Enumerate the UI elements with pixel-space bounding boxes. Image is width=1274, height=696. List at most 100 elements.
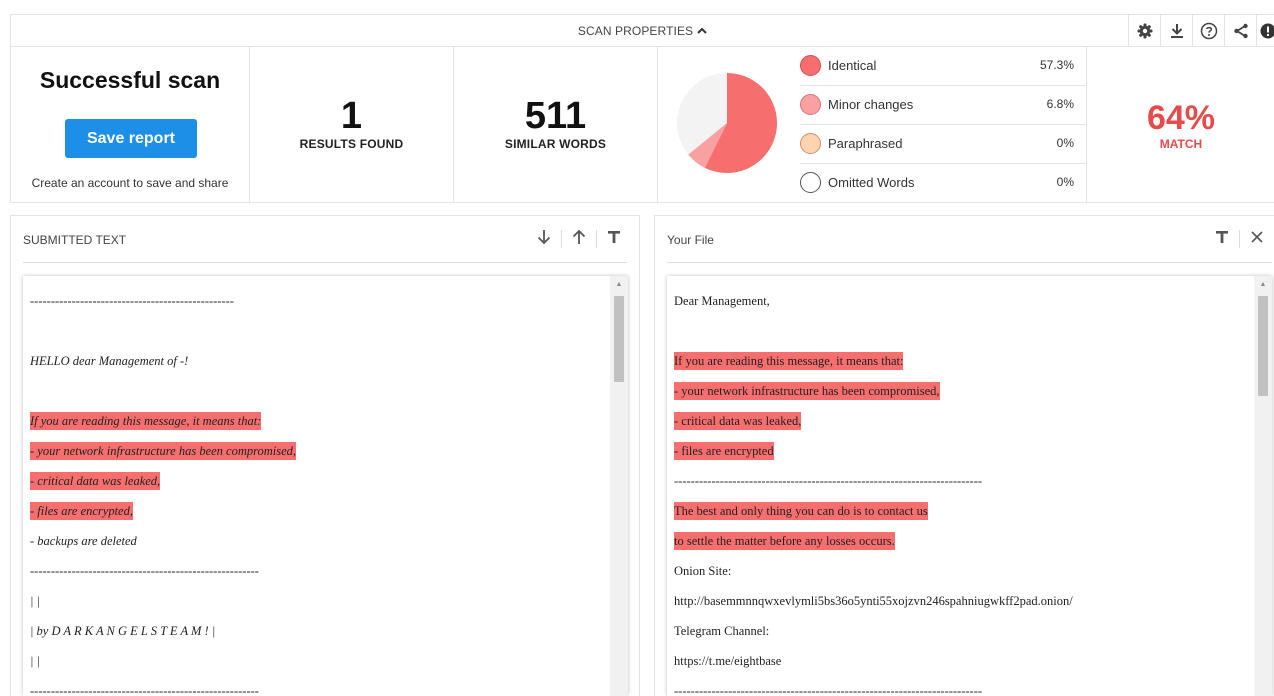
- scan-properties-bar: SCAN PROPERTIES: [10, 14, 1274, 47]
- scan-properties-toggle[interactable]: SCAN PROPERTIES: [11, 24, 1274, 38]
- submitted-text-pane: SUBMITTED TEXT -------------------------…: [10, 215, 640, 696]
- close-button[interactable]: [1240, 227, 1274, 251]
- text-line: [30, 382, 604, 412]
- legend-value: 57.3%: [1039, 58, 1074, 72]
- pane-title: SUBMITTED TEXT: [23, 233, 127, 247]
- divider: [23, 262, 627, 263]
- vertical-scrollbar[interactable]: ▲: [610, 276, 628, 696]
- line-text: - backups are deleted: [30, 534, 137, 548]
- text-line: | |: [30, 592, 604, 622]
- legend-label: Paraphrased: [828, 136, 903, 151]
- your-file-pane: Your File Dear Management, If you are rea…: [654, 215, 1274, 696]
- highlighted-text-line: - files are encrypted: [674, 442, 1248, 472]
- line-text: | |: [30, 594, 40, 608]
- previous-match-button[interactable]: [562, 227, 596, 251]
- alert-button[interactable]: [1256, 15, 1274, 46]
- vertical-scrollbar[interactable]: ▲: [1254, 276, 1272, 696]
- match-cell: 64% MATCH: [1087, 47, 1274, 202]
- highlighted-text-line: If you are reading this message, it mean…: [30, 412, 604, 442]
- save-report-button[interactable]: Save report: [65, 119, 197, 158]
- legend-value: 6.8%: [1046, 97, 1074, 111]
- highlighted-text-line: - critical data was leaked,: [674, 412, 1248, 442]
- pane-toolbar: [527, 227, 631, 251]
- legend-row-omitted-words[interactable]: Omitted Words 0%: [800, 164, 1086, 203]
- line-text: http://basemmnnqwxevlymli5bs36o5ynti55xo…: [674, 594, 1073, 608]
- arrow-up-icon: [572, 229, 586, 250]
- next-match-button[interactable]: [527, 227, 561, 251]
- highlighted-text-line: to settle the matter before any losses o…: [674, 532, 1248, 562]
- legend-row-identical[interactable]: Identical 57.3%: [800, 47, 1086, 86]
- text-line: http://basemmnnqwxevlymli5bs36o5ynti55xo…: [674, 592, 1248, 622]
- highlighted-text-line: - files are encrypted,: [30, 502, 604, 532]
- chevron-up-icon: [697, 23, 707, 37]
- text-line: ----------------------------------------…: [674, 682, 1248, 696]
- document-body[interactable]: Dear Management, If you are reading this …: [667, 276, 1254, 696]
- line-text: | by D A R K A N G E L S T E A M ! |: [30, 624, 216, 638]
- text-line: [30, 322, 604, 352]
- scan-status-title: Successful scan: [39, 67, 221, 93]
- text-format-button[interactable]: [1205, 227, 1239, 251]
- text-line: HELLO dear Management of -!: [30, 352, 604, 382]
- line-text: If you are reading this message, it mean…: [30, 412, 262, 430]
- legend-value: 0%: [1056, 136, 1074, 150]
- scrollbar-thumb[interactable]: [614, 296, 624, 382]
- match-label: MATCH: [1159, 137, 1203, 151]
- highlighted-text-line: The best and only thing you can do is to…: [674, 502, 1248, 532]
- line-text: ----------------------------------------…: [674, 684, 983, 696]
- line-text: - critical data was leaked,: [674, 412, 802, 430]
- divider: [667, 262, 1272, 263]
- legend-value: 0%: [1056, 175, 1074, 189]
- download-icon: [1170, 23, 1184, 39]
- omitted-words-swatch: [800, 172, 821, 193]
- line-text: - files are encrypted,: [30, 502, 133, 520]
- similar-words-count: 511: [524, 95, 587, 137]
- scroll-up-arrow-icon[interactable]: ▲: [1254, 276, 1272, 293]
- legend-row-paraphrased[interactable]: Paraphrased 0%: [800, 125, 1086, 164]
- line-text: - your network infrastructure has been c…: [30, 442, 297, 460]
- pane-header: SUBMITTED TEXT: [11, 216, 639, 262]
- document-body[interactable]: ----------------------------------------…: [23, 276, 610, 696]
- legend-row-minor-changes[interactable]: Minor changes 6.8%: [800, 86, 1086, 125]
- text-format-icon: [607, 230, 621, 249]
- toolbar: [1128, 15, 1274, 46]
- legend-label: Identical: [828, 58, 877, 73]
- highlighted-text-line: - your network infrastructure has been c…: [30, 442, 604, 472]
- line-text: ----------------------------------------…: [30, 684, 259, 696]
- paraphrased-swatch: [800, 133, 821, 154]
- text-line: [674, 322, 1248, 352]
- match-pie-chart: [677, 73, 777, 173]
- similar-words-label: SIMILAR WORDS: [504, 137, 607, 151]
- highlighted-text-line: If you are reading this message, it mean…: [674, 352, 1248, 382]
- line-text: to settle the matter before any losses o…: [674, 532, 895, 550]
- text-line: Telegram Channel:: [674, 622, 1248, 652]
- results-found-count: 1: [340, 95, 363, 137]
- line-text: ----------------------------------------…: [674, 474, 983, 488]
- text-line: - backups are deleted: [30, 532, 604, 562]
- close-icon: [1251, 230, 1263, 248]
- alert-icon: [1260, 23, 1274, 39]
- help-icon: [1200, 22, 1218, 40]
- text-line: ----------------------------------------…: [30, 562, 604, 592]
- legend-label: Omitted Words: [828, 175, 915, 190]
- scrollbar-thumb[interactable]: [1258, 296, 1268, 396]
- download-button[interactable]: [1160, 15, 1192, 46]
- similar-words-cell: 511 SIMILAR WORDS: [454, 47, 658, 202]
- help-button[interactable]: [1192, 15, 1224, 46]
- pane-header: Your File: [655, 216, 1274, 262]
- text-line: https://t.me/eightbase: [674, 652, 1248, 682]
- pane-toolbar: [1205, 227, 1274, 251]
- share-button[interactable]: [1224, 15, 1256, 46]
- line-text: | |: [30, 654, 40, 668]
- scroll-up-arrow-icon[interactable]: ▲: [610, 276, 628, 293]
- identical-swatch: [800, 55, 821, 76]
- text-line: Dear Management,: [674, 292, 1248, 322]
- line-text: If you are reading this message, it mean…: [674, 352, 904, 370]
- results-found-cell: 1 RESULTS FOUND: [250, 47, 454, 202]
- line-text: - your network infrastructure has been c…: [674, 382, 940, 400]
- pane-title: Your File: [667, 233, 714, 247]
- highlighted-text-line: - critical data was leaked,: [30, 472, 604, 502]
- text-format-button[interactable]: [597, 227, 631, 251]
- settings-button[interactable]: [1128, 15, 1160, 46]
- arrow-down-icon: [537, 229, 551, 250]
- text-format-icon: [1215, 230, 1229, 249]
